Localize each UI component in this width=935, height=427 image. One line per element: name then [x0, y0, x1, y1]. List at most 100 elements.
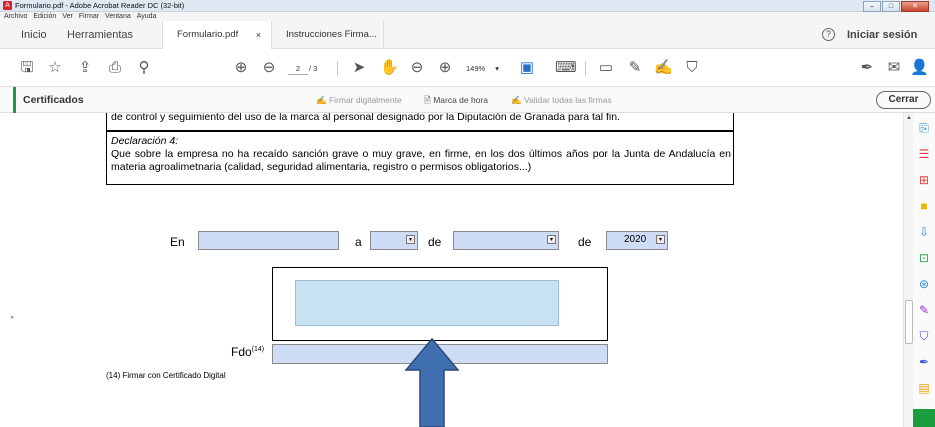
acrobat-app-icon: A: [3, 1, 12, 10]
main-toolbar: 🖫 ☆ ⇪ ⎙ ⚲ ⊕ ⊖ 2 / 3 ➤ ✋ ⊖ ⊕ 149% ▾ ▣ ⌨ ▭…: [0, 49, 935, 87]
timestamp-icon: 🗎: [424, 95, 434, 105]
signature-frame: [272, 267, 608, 341]
next-page-icon[interactable]: ⊖: [260, 59, 278, 77]
add-user-icon[interactable]: 👤: [910, 59, 929, 77]
maximize-button[interactable]: □: [882, 1, 900, 12]
email-icon[interactable]: ✉: [885, 59, 903, 77]
chevron-down-icon: ▾: [656, 235, 665, 244]
vertical-scrollbar[interactable]: ▲: [903, 113, 913, 427]
fill-sign-icon[interactable]: ✍: [654, 59, 673, 77]
menu-edicion[interactable]: Edición: [33, 12, 56, 21]
export-pdf-icon[interactable]: ⎘: [917, 121, 931, 135]
label-a: a: [355, 235, 362, 249]
acrobat-window: A Formulario.pdf - Adobe Acrobat Reader …: [0, 0, 935, 427]
label-en: En: [170, 235, 185, 249]
certificates-bar: Certificados ✍ Firmar digitalmente 🗎 Mar…: [0, 87, 935, 113]
sign-digitally-button[interactable]: ✍ Firmar digitalmente: [316, 87, 402, 113]
menu-ayuda[interactable]: Ayuda: [137, 12, 157, 21]
tab-instrucciones-label: Instrucciones Firma...: [286, 29, 377, 40]
label-de-1: de: [428, 235, 442, 249]
stamp-icon[interactable]: ⛉: [683, 59, 701, 77]
fit-page-icon[interactable]: ▣: [518, 59, 536, 77]
tab-inicio[interactable]: Inicio: [21, 21, 47, 49]
menu-archivo[interactable]: Archivo: [4, 12, 27, 21]
tab-formulario-label: Formulario.pdf: [177, 29, 239, 40]
close-tab-icon[interactable]: ×: [256, 21, 261, 49]
highlight-pen-icon[interactable]: ✎: [626, 59, 644, 77]
save-icon[interactable]: 🖫: [18, 59, 36, 77]
more-tools-icon[interactable]: [913, 409, 935, 427]
prev-page-icon[interactable]: ⊕: [232, 59, 250, 77]
comment-tool-icon[interactable]: ■: [917, 199, 931, 213]
hand-tool-icon[interactable]: ✋: [380, 59, 399, 77]
zoom-out-icon[interactable]: ⊖: [408, 59, 426, 77]
keyboard-icon[interactable]: ⌨: [555, 59, 577, 77]
document-view[interactable]: ▸ de control y seguimiento del uso de la…: [0, 113, 903, 427]
tab-formulario[interactable]: Formulario.pdf ×: [162, 21, 272, 49]
close-window-button[interactable]: ✕: [901, 1, 929, 12]
certificates-tool-icon[interactable]: ✒: [917, 355, 931, 369]
tab-instrucciones[interactable]: Instrucciones Firma...: [272, 21, 384, 49]
search-zoom-icon[interactable]: ⚲: [135, 59, 153, 77]
help-icon[interactable]: ?: [822, 28, 835, 41]
fdo-label: Fdo(14): [231, 345, 264, 359]
place-field[interactable]: [198, 231, 339, 250]
toolbar-separator: [585, 61, 586, 76]
scrollbar-thumb[interactable]: [905, 300, 913, 344]
select-cursor-icon[interactable]: ➤: [350, 59, 368, 77]
menu-firmar[interactable]: Firmar: [79, 12, 99, 21]
timestamp-label: Marca de hora: [433, 95, 489, 105]
bookmark-star-icon[interactable]: ☆: [46, 59, 64, 77]
window-title: Formulario.pdf - Adobe Acrobat Reader DC…: [15, 1, 185, 10]
certificates-accent: [13, 87, 16, 113]
label-de-2: de: [578, 235, 592, 249]
protect-shield-icon[interactable]: ⛉: [917, 329, 931, 343]
sign-icon[interactable]: ✒: [858, 59, 876, 77]
menu-bar: Archivo Edición Ver Firmar Ventana Ayuda: [0, 12, 935, 21]
day-select[interactable]: ▾: [370, 231, 418, 250]
optimize-icon[interactable]: ⊛: [917, 277, 931, 291]
right-tools-panel: ⎘ ☰ ⊞ ■ ⇩ ⊡ ⊛ ✎ ⛉ ✒ ▤: [913, 113, 935, 427]
timestamp-button[interactable]: 🗎 Marca de hora: [424, 87, 488, 113]
page-total: / 3: [309, 64, 318, 73]
create-pdf-icon[interactable]: ⊞: [917, 173, 931, 187]
chevron-down-icon: ▾: [547, 235, 556, 244]
comment-icon[interactable]: ▭: [597, 59, 615, 77]
menu-ventana[interactable]: Ventana: [105, 12, 131, 21]
page-number-input[interactable]: 2: [288, 62, 308, 75]
toolbar-separator: [337, 61, 338, 76]
tab-bar: Inicio Herramientas Formulario.pdf × Ins…: [0, 21, 935, 49]
compare-icon[interactable]: ⊡: [917, 251, 931, 265]
window-controls: – □ ✕: [863, 1, 929, 12]
print-icon[interactable]: ⎙: [106, 59, 124, 77]
zoom-in-icon[interactable]: ⊕: [436, 59, 454, 77]
signin-link[interactable]: Iniciar sesión: [847, 21, 917, 49]
zoom-select[interactable]: 149% ▾: [466, 62, 510, 75]
year-value: 2020: [624, 234, 647, 245]
up-arrow-annotation: [404, 338, 460, 427]
send-for-review-icon[interactable]: ▤: [917, 381, 931, 395]
fill-and-sign-icon[interactable]: ✎: [917, 303, 931, 317]
chevron-down-icon: ▾: [406, 235, 415, 244]
fdo-footnote-ref: (14): [251, 346, 265, 353]
digital-signature-field[interactable]: [295, 280, 559, 326]
menu-ver[interactable]: Ver: [62, 12, 73, 21]
year-select[interactable]: 2020 ▾: [606, 231, 668, 250]
organize-pages-icon[interactable]: ☰: [917, 147, 931, 161]
month-select[interactable]: ▾: [453, 231, 559, 250]
footnote-text: (14) Firmar con Certificado Digital: [106, 371, 226, 380]
upload-icon[interactable]: ⇪: [76, 59, 94, 77]
validate-all-button[interactable]: ✍ Validar todas las firmas: [511, 87, 612, 113]
minimize-button[interactable]: –: [863, 1, 881, 12]
validate-icon: ✍: [511, 95, 524, 105]
scroll-up-icon[interactable]: ▲: [906, 115, 912, 121]
combine-files-icon[interactable]: ⇩: [917, 225, 931, 239]
validate-all-label: Validar todas las firmas: [523, 95, 612, 105]
declaration-4-box: Declaración 4: Que sobre la empresa no h…: [106, 131, 734, 185]
previous-declaration-text: de control y seguimiento del uso de la m…: [111, 113, 620, 123]
left-panel-toggle-icon[interactable]: ▸: [11, 313, 15, 321]
tab-herramientas[interactable]: Herramientas: [67, 21, 133, 49]
close-certificates-button[interactable]: Cerrar: [876, 91, 931, 109]
fdo-text: Fdo: [231, 345, 252, 359]
declaration-4-title: Declaración 4:: [111, 135, 179, 147]
